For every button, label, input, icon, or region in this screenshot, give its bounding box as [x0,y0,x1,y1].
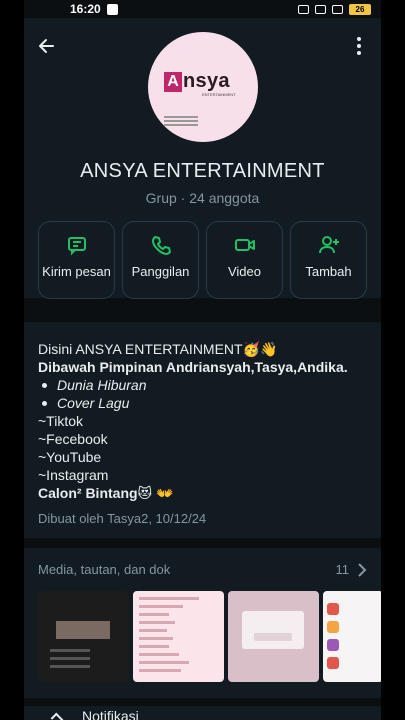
group-meta[interactable]: Grup · 24 anggota [24,190,381,206]
description-line: ~YouTube [38,449,102,465]
bullet-icon [42,382,47,388]
call-button[interactable]: Panggilan [122,221,199,299]
back-button[interactable] [36,36,56,56]
notifications-row[interactable]: Notifikasi [24,706,381,720]
status-bar: 16:20 26 [24,0,381,18]
description-line: ~Tiktok [38,413,83,429]
avatar-logo: A nsya [164,70,230,93]
media-title: Media, tautan, dan dok [38,562,171,577]
bullet-item: Cover Lagu [38,394,367,412]
action-buttons: Kirim pesan Panggilan Video Tambah [38,221,367,299]
bullet-item: Dunia Hiburan [38,376,367,394]
group-name: ANSYA ENTERTAINMENT [80,160,325,182]
logo-letter: A [164,71,182,92]
video-button[interactable]: Video [206,221,283,299]
phone-icon [151,236,171,255]
media-section[interactable]: Media, tautan, dan dok 11 [24,548,381,698]
media-header[interactable]: Media, tautan, dan dok 11 [38,562,367,577]
bluetooth-icon [298,4,309,14]
more-options-icon[interactable] [349,36,369,56]
chevron-right-icon [358,562,367,577]
message-label: Kirim pesan [42,264,111,279]
notifications-label: Notifikasi [82,708,139,720]
group-avatar[interactable]: A nsya ENTERTAINMENT [148,32,258,142]
media-count: 11 [335,562,350,577]
add-person-icon [318,236,339,254]
group-description[interactable]: Disini ANSYA ENTERTAINMENT🥳👋 Dibawah Pim… [24,322,381,538]
avatar-decoration [164,116,198,126]
status-time: 16:20 [70,2,101,16]
description-line: Dibawah Pimpinan Andriansyah,Tasya,Andik… [38,359,348,375]
created-by: Dibuat oleh Tasya2, 10/12/24 [38,511,207,526]
description-line: Disini ANSYA ENTERTAINMENT🥳👋 [38,341,278,357]
description-line: ~Instagram [38,467,109,483]
media-thumbnail[interactable] [133,591,224,682]
bullet-icon [42,400,47,406]
description-line: Calon² Bintang😻 👐 [38,485,174,501]
logo-subtitle: ENTERTAINMENT [202,92,236,97]
add-member-label: Tambah [305,264,352,279]
add-member-button[interactable]: Tambah [290,221,367,299]
media-thumbnail[interactable] [228,591,319,682]
alarm-icon [315,4,326,14]
app-frame: 16:20 26 A nsya ENTERTAINMENT ANSYA ENTE… [24,0,381,720]
status-icons: 26 [298,3,371,15]
signal-icon [332,4,343,14]
video-label: Video [227,264,261,279]
call-label: Panggilan [131,264,190,279]
group-header: A nsya ENTERTAINMENT ANSYA ENTERTAINMENT… [24,18,381,299]
chevron-up-icon [50,712,64,720]
video-icon [234,239,255,251]
back-arrow-icon [39,39,54,53]
notification-icon [106,3,118,15]
media-thumbnail[interactable] [323,591,381,682]
logo-text: nsya [183,70,230,92]
message-icon [67,237,86,256]
description-line: ~Fecebook [38,431,108,447]
message-button[interactable]: Kirim pesan [38,221,115,299]
media-thumbnails [38,591,381,682]
battery-icon: 26 [349,3,371,15]
media-thumbnail[interactable] [38,591,129,682]
